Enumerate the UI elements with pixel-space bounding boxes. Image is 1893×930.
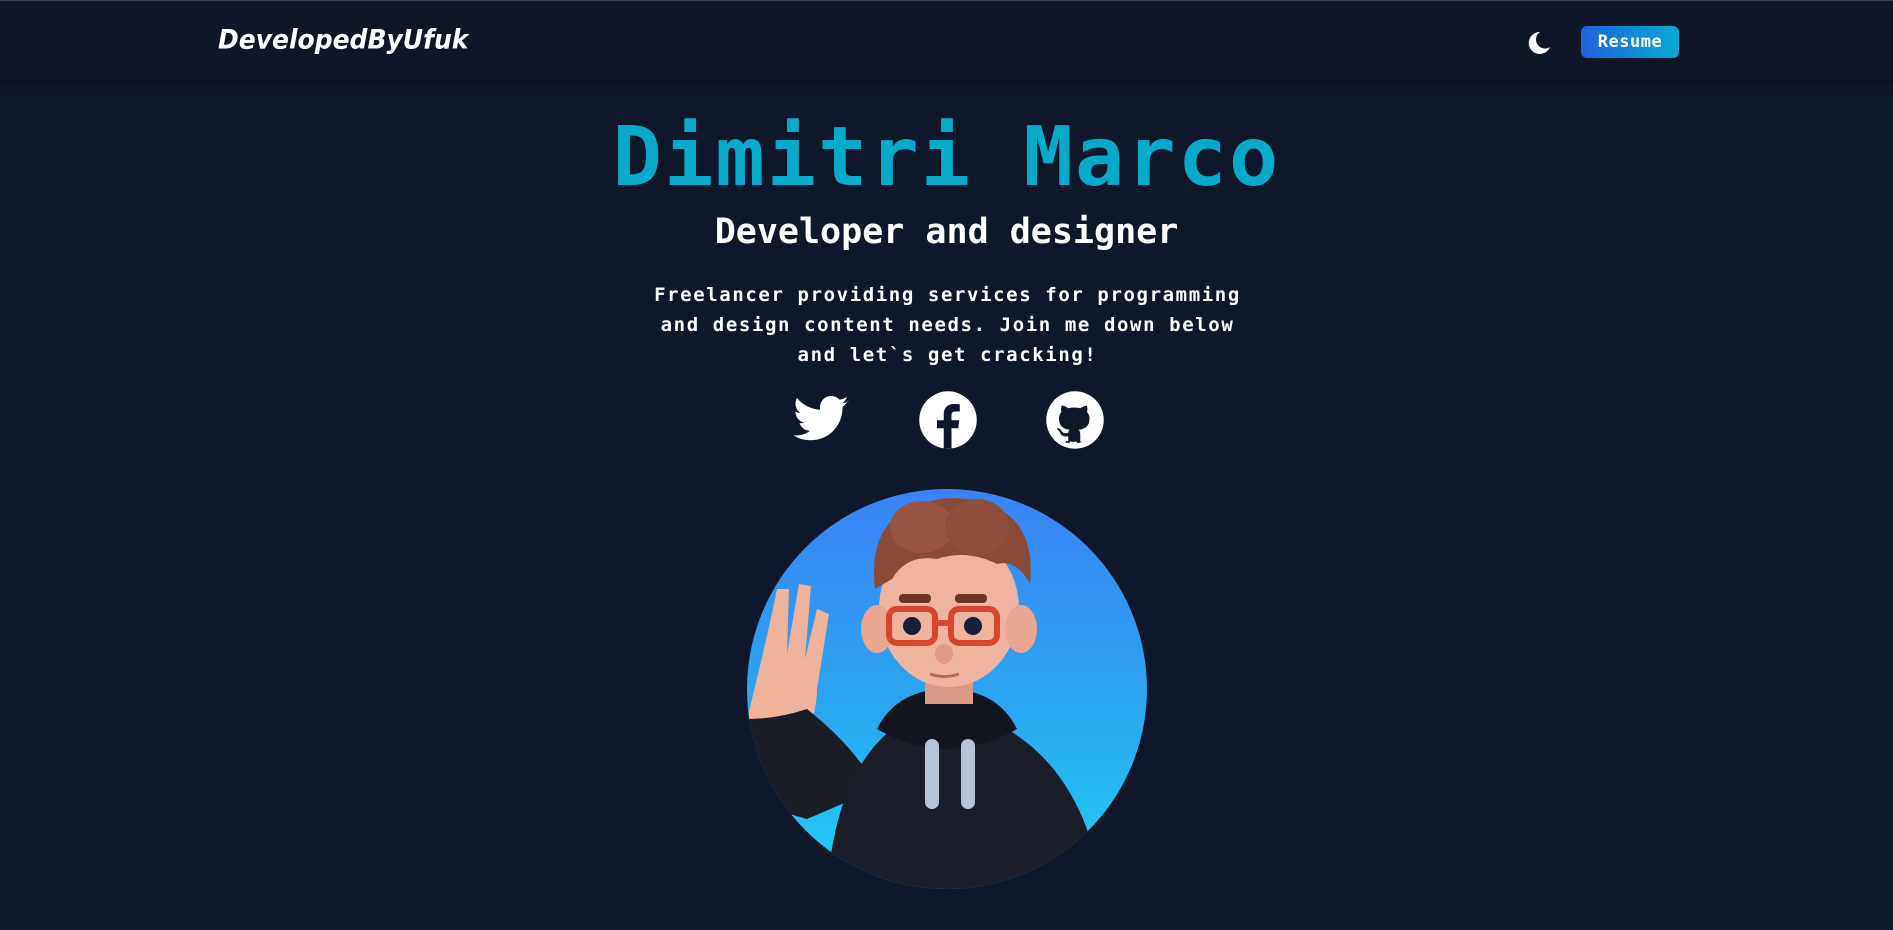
avatar-illustration [747,498,1097,889]
facebook-link[interactable] [918,390,978,450]
site-logo[interactable]: DevelopedByUfuk [218,24,468,54]
hero-name: Dimitri Marco [612,110,1281,205]
social-links [0,390,1893,450]
github-icon [1046,391,1104,449]
twitter-icon [793,396,849,441]
navbar: DevelopedByUfuk Resume [0,0,1893,80]
avatar [747,489,1147,889]
hero-description: Freelancer providing services for progra… [654,284,1241,366]
hero-role: Developer and designer [714,212,1179,252]
moon-icon[interactable] [1524,29,1552,57]
twitter-link[interactable] [791,390,851,450]
github-link[interactable] [1045,390,1105,450]
facebook-icon [919,391,977,449]
resume-button[interactable]: Resume [1581,26,1679,58]
